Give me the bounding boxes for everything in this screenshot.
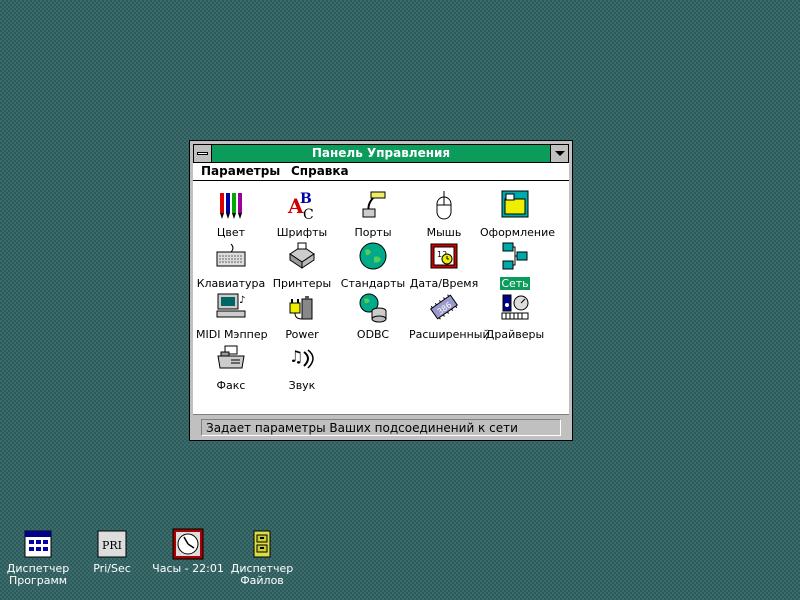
applet-mouse[interactable]: Мышь [408, 189, 480, 239]
desktop-program-manager-label: Диспетчер Программ [0, 563, 78, 587]
applet-keyboard[interactable]: Клавиатура [195, 240, 267, 290]
mouse-icon [436, 190, 452, 220]
svg-text:C: C [303, 207, 314, 221]
applet-power[interactable]: Power [266, 291, 338, 341]
applet-keyboard-label: Клавиатура [196, 277, 266, 290]
applet-mouse-label: Мышь [426, 226, 462, 239]
applet-enhanced[interactable]: 386 Расширенный [408, 291, 490, 341]
pri-icon-text: PRI [102, 539, 122, 552]
applet-ports[interactable]: Порты [337, 189, 409, 239]
minimize-button[interactable] [550, 145, 568, 162]
desktop-file-manager[interactable]: Диспетчер Файлов [222, 528, 302, 587]
desktop-program-manager-label-line2: Программ [8, 574, 68, 587]
status-bar: Задает параметры Ваших подсоединений к с… [193, 414, 569, 439]
desktop-pri-sec-label-line1: Pri/Sec [93, 562, 131, 575]
program-manager-icon [24, 530, 52, 558]
control-panel-window: Панель Управления Параметры Справка Цвет… [189, 140, 573, 441]
menu-parameters[interactable]: Параметры [201, 163, 280, 180]
desktop-icon [501, 190, 529, 218]
fax-icon [217, 345, 245, 369]
system-menu-button[interactable] [194, 145, 212, 162]
applet-network-label: Сеть [500, 277, 530, 290]
title-bar[interactable]: Панель Управления [193, 144, 569, 163]
desktop-pri-sec-label: Pri/Sec [72, 563, 152, 575]
menu-bar: Параметры Справка [193, 163, 569, 181]
applet-printers-label: Принтеры [272, 277, 332, 290]
calendar-clock-icon: 12 [430, 243, 458, 269]
applet-fax-label: Факс [216, 379, 246, 392]
globe-icon [359, 242, 387, 270]
applet-color[interactable]: Цвет [195, 189, 267, 239]
applet-fax[interactable]: Факс [195, 342, 267, 392]
desktop-program-manager[interactable]: Диспетчер Программ [0, 528, 78, 587]
applet-printers[interactable]: Принтеры [266, 240, 338, 290]
svg-text:♫: ♫ [289, 347, 303, 366]
window-title: Панель Управления [311, 146, 451, 160]
database-globe-icon [359, 293, 387, 323]
applet-fonts[interactable]: A B C Шрифты [266, 189, 338, 239]
desktop-clock-label-line1: Часы - 22:01 [152, 562, 224, 575]
applet-international[interactable]: Стандарты [337, 240, 409, 290]
menu-parameters-label: Параметры [201, 164, 281, 178]
ports-icon [362, 191, 386, 218]
desktop-pri-sec[interactable]: PRI Pri/Sec [72, 528, 152, 575]
color-icon [220, 193, 242, 219]
chip-386-icon: 386 [430, 294, 458, 320]
applet-midi-mapper-label: MIDI Мэппер [196, 328, 268, 341]
status-text: Задает параметры Ваших подсоединений к с… [201, 419, 561, 436]
sound-icon: ♫ [289, 347, 314, 369]
fonts-icon: A B C [287, 191, 314, 221]
drivers-icon [501, 294, 529, 320]
applet-midi-mapper[interactable]: ♪ MIDI Мэппер [195, 291, 268, 341]
applet-desktop-label: Оформление [480, 226, 555, 239]
pri-icon: PRI [97, 530, 127, 558]
applet-fonts-label: Шрифты [276, 226, 328, 239]
applet-color-label: Цвет [216, 226, 246, 239]
applet-international-label: Стандарты [340, 277, 406, 290]
battery-plug-icon [289, 296, 313, 320]
applet-drivers-label: Драйверы [485, 328, 545, 341]
icon-area: Цвет A B C Шрифты Порты Мышь Оформление … [193, 181, 569, 414]
svg-text:B: B [300, 191, 312, 207]
menu-help[interactable]: Справка [291, 163, 349, 180]
svg-text:♪: ♪ [239, 295, 245, 306]
network-icon [502, 242, 528, 270]
applet-sound-label: Звук [288, 379, 316, 392]
keyboard-icon [216, 243, 246, 267]
applet-odbc-label: ODBC [356, 328, 390, 341]
desktop-clock-label: Часы - 22:01 [148, 563, 228, 575]
midi-computer-icon: ♪ [216, 293, 246, 318]
applet-date-time-label: Дата/Время [409, 277, 479, 290]
printer-icon [289, 242, 315, 269]
system-menu-icon [197, 152, 208, 155]
minimize-arrow-icon [555, 151, 565, 156]
clock-icon [172, 528, 204, 560]
menu-help-label: Справка [291, 164, 349, 178]
desktop-file-manager-label-line2: Файлов [240, 574, 284, 587]
desktop-file-manager-label: Диспетчер Файлов [222, 563, 302, 587]
applet-drivers[interactable]: Драйверы [479, 291, 551, 341]
applet-power-label: Power [285, 328, 319, 341]
file-manager-icon [253, 530, 271, 558]
applet-ports-label: Порты [354, 226, 392, 239]
desktop-clock[interactable]: Часы - 22:01 [148, 528, 228, 575]
applet-sound[interactable]: ♫ Звук [266, 342, 338, 392]
applet-desktop[interactable]: Оформление [479, 189, 555, 239]
applet-date-time[interactable]: 12 Дата/Время [408, 240, 480, 290]
applet-network[interactable]: Сеть [479, 240, 551, 290]
applet-odbc[interactable]: ODBC [337, 291, 409, 341]
